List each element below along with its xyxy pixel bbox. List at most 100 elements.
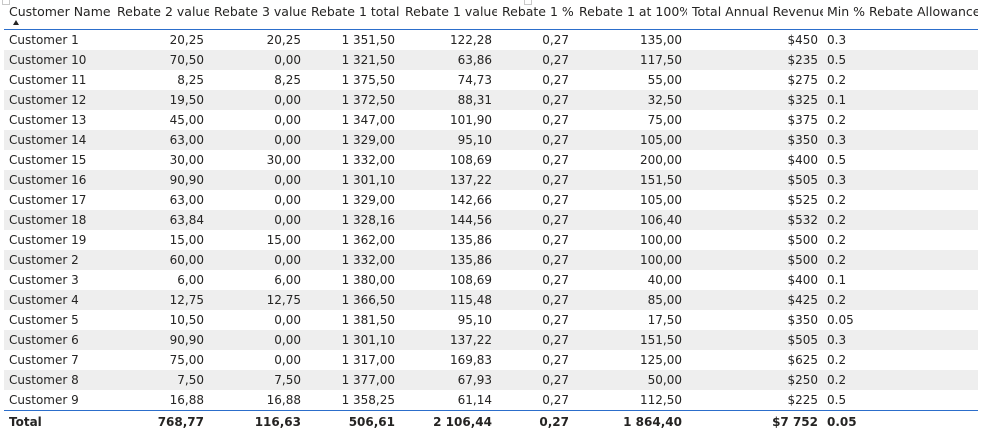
cell-rebate-3-value: 0,00	[274, 93, 301, 107]
cell-min-rebate-allowance: 0.2	[827, 113, 847, 127]
cell-min-rebate-allowance: 0.5	[827, 393, 847, 407]
table-row[interactable]: Customer 11 8,25 8,25 1 375,50 74,73 0,27 55,0…	[4, 70, 978, 90]
sort-ascending-icon[interactable]	[13, 20, 19, 25]
cell-rebate-3-value: 30,00	[266, 153, 301, 167]
table-row[interactable]: Customer 8 7,50 7,50 1 377,00 67,93 0,27 50,00…	[4, 370, 978, 390]
cell-rebate-2-value: 30,00	[169, 153, 204, 167]
table-row[interactable]: Customer 3 6,00 6,00 1 380,00 108,69 0,27 40,0…	[4, 270, 978, 290]
cell-min-rebate-allowance: 0.2	[827, 253, 847, 267]
cell-rebate-1-percent: 0,27	[542, 153, 569, 167]
cell-rebate-1-total: 1 381,50	[341, 313, 395, 327]
cell-rebate-1-percent: 0,27	[542, 173, 569, 187]
cell-total-annual-revenue: $250	[787, 373, 818, 387]
cell-rebate-1-total: 1 372,50	[341, 93, 395, 107]
column-header-rebate-1-total[interactable]: Rebate 1 total	[306, 4, 400, 19]
cell-rebate-3-value: 6,00	[274, 273, 301, 287]
column-header-rebate-1-percent[interactable]: Rebate 1 %	[497, 4, 574, 19]
column-header-customer-name[interactable]: Customer Name	[4, 4, 112, 19]
cell-customer-name: Customer 13	[9, 113, 87, 127]
cell-total-annual-revenue: $400	[787, 273, 818, 287]
table-row[interactable]: Customer 4 12,75 12,75 1 366,50 115,48 0,27 85…	[4, 290, 978, 310]
cell-rebate-3-value: 0,00	[274, 53, 301, 67]
table-row[interactable]: Customer 7 75,00 0,00 1 317,00 169,83 0,27 125…	[4, 350, 978, 370]
table-row[interactable]: Customer 6 90,90 0,00 1 301,10 137,22 0,27 151…	[4, 330, 978, 350]
cell-rebate-1-total: 1 375,50	[341, 73, 395, 87]
cell-rebate-1-percent: 0,27	[542, 33, 569, 47]
cell-min-rebate-allowance: 0.5	[827, 53, 847, 67]
cell-rebate-2-value: 90,90	[169, 173, 204, 187]
cell-customer-name: Customer 6	[9, 333, 79, 347]
cell-rebate-1-at-100: 117,50	[640, 53, 682, 67]
cell-rebate-3-value: 12,75	[266, 293, 301, 307]
cell-rebate-1-at-100: 200,00	[640, 153, 682, 167]
table-row[interactable]: Customer 17 63,00 0,00 1 329,00 142,66 0,27 10…	[4, 190, 978, 210]
cell-rebate-1-percent: 0,27	[542, 93, 569, 107]
cell-rebate-1-value: 115,48	[450, 293, 492, 307]
cell-rebate-1-total: 1 301,10	[341, 333, 395, 347]
cell-rebate-3-value: 7,50	[274, 373, 301, 387]
cell-rebate-2-value: 63,84	[169, 213, 204, 227]
cell-rebate-1-total: 1 358,25	[341, 393, 395, 407]
total-rebate-1-at-100: 1 864,40	[623, 414, 682, 429]
table-row[interactable]: Customer 13 45,00 0,00 1 347,00 101,90 0,27 75…	[4, 110, 978, 130]
column-header-rebate-3-value[interactable]: Rebate 3 value	[209, 4, 306, 19]
column-header-min-rebate-allowance[interactable]: Min % Rebate Allowance	[823, 4, 978, 19]
cell-rebate-3-value: 0,00	[274, 313, 301, 327]
cell-rebate-1-at-100: 55,00	[647, 73, 682, 87]
table-row[interactable]: Customer 19 15,00 15,00 1 362,00 135,86 0,27 1…	[4, 230, 978, 250]
cell-min-rebate-allowance: 0.2	[827, 353, 847, 367]
cell-rebate-1-value: 135,86	[450, 233, 492, 247]
cell-total-annual-revenue: $505	[787, 333, 818, 347]
cell-rebate-1-value: 74,73	[457, 73, 492, 87]
cell-rebate-1-at-100: 151,50	[640, 173, 682, 187]
cell-customer-name: Customer 11	[9, 73, 87, 87]
cell-rebate-1-value: 67,93	[457, 373, 492, 387]
cell-rebate-2-value: 63,00	[169, 133, 204, 147]
table-row[interactable]: Customer 5 10,50 0,00 1 381,50 95,10 0,27 17,5…	[4, 310, 978, 330]
column-header-total-annual-revenue[interactable]: Total Annual Revenue	[687, 4, 823, 19]
column-header-rebate-1-at-100[interactable]: Rebate 1 at 100%	[574, 4, 687, 19]
cell-rebate-2-value: 60,00	[169, 253, 204, 267]
cell-rebate-1-at-100: 105,00	[640, 133, 682, 147]
cell-rebate-1-total: 1 362,00	[341, 233, 395, 247]
table-row[interactable]: Customer 16 90,90 0,00 1 301,10 137,22 0,27 15…	[4, 170, 978, 190]
table-row[interactable]: Customer 15 30,00 30,00 1 332,00 108,69 0,27 2…	[4, 150, 978, 170]
cell-customer-name: Customer 4	[9, 293, 79, 307]
cell-total-annual-revenue: $350	[787, 133, 818, 147]
cell-rebate-3-value: 0,00	[274, 333, 301, 347]
cell-total-annual-revenue: $325	[787, 93, 818, 107]
resize-grip-top[interactable]	[524, 0, 532, 5]
cell-rebate-1-total: 1 377,00	[341, 373, 395, 387]
cell-customer-name: Customer 10	[9, 53, 87, 67]
table-row[interactable]: Customer 14 63,00 0,00 1 329,00 95,10 0,27 105…	[4, 130, 978, 150]
cell-rebate-1-total: 1 332,00	[341, 153, 395, 167]
resize-grip-left[interactable]	[2, 0, 10, 5]
cell-rebate-3-value: 0,00	[274, 253, 301, 267]
cell-rebate-1-at-100: 75,00	[647, 113, 682, 127]
cell-min-rebate-allowance: 0.5	[827, 153, 847, 167]
cell-min-rebate-allowance: 0.1	[827, 273, 847, 287]
cell-rebate-1-value: 61,14	[457, 393, 492, 407]
table-row[interactable]: Customer 18 63,84 0,00 1 328,16 144,56 0,27 10…	[4, 210, 978, 230]
cell-rebate-1-total: 1 366,50	[341, 293, 395, 307]
table-row[interactable]: Customer 12 19,50 0,00 1 372,50 88,31 0,27 32,…	[4, 90, 978, 110]
table-row[interactable]: Customer 10 70,50 0,00 1 321,50 63,86 0,27 117…	[4, 50, 978, 70]
table-row[interactable]: Customer 1 20,25 20,25 1 351,50 122,28 0,27 13…	[4, 30, 978, 50]
cell-customer-name: Customer 7	[9, 353, 79, 367]
column-header-rebate-2-value[interactable]: Rebate 2 value	[112, 4, 209, 19]
cell-rebate-1-value: 108,69	[450, 153, 492, 167]
cell-rebate-2-value: 70,50	[169, 53, 204, 67]
cell-rebate-1-at-100: 125,00	[640, 353, 682, 367]
column-header-rebate-1-value[interactable]: Rebate 1 value	[400, 4, 497, 19]
cell-min-rebate-allowance: 0.05	[827, 313, 854, 327]
table-body: Customer 1 20,25 20,25 1 351,50 122,28 0,27 13…	[4, 30, 978, 410]
cell-rebate-1-percent: 0,27	[542, 233, 569, 247]
cell-rebate-1-at-100: 40,00	[647, 273, 682, 287]
table-row[interactable]: Customer 9 16,88 16,88 1 358,25 61,14 0,27 112…	[4, 390, 978, 410]
total-rebate-3-value: 116,63	[254, 414, 301, 429]
table-row[interactable]: Customer 2 60,00 0,00 1 332,00 135,86 0,27 100…	[4, 250, 978, 270]
cell-rebate-1-percent: 0,27	[542, 133, 569, 147]
cell-rebate-1-total: 1 332,00	[341, 253, 395, 267]
cell-rebate-1-percent: 0,27	[542, 353, 569, 367]
cell-rebate-2-value: 45,00	[169, 113, 204, 127]
